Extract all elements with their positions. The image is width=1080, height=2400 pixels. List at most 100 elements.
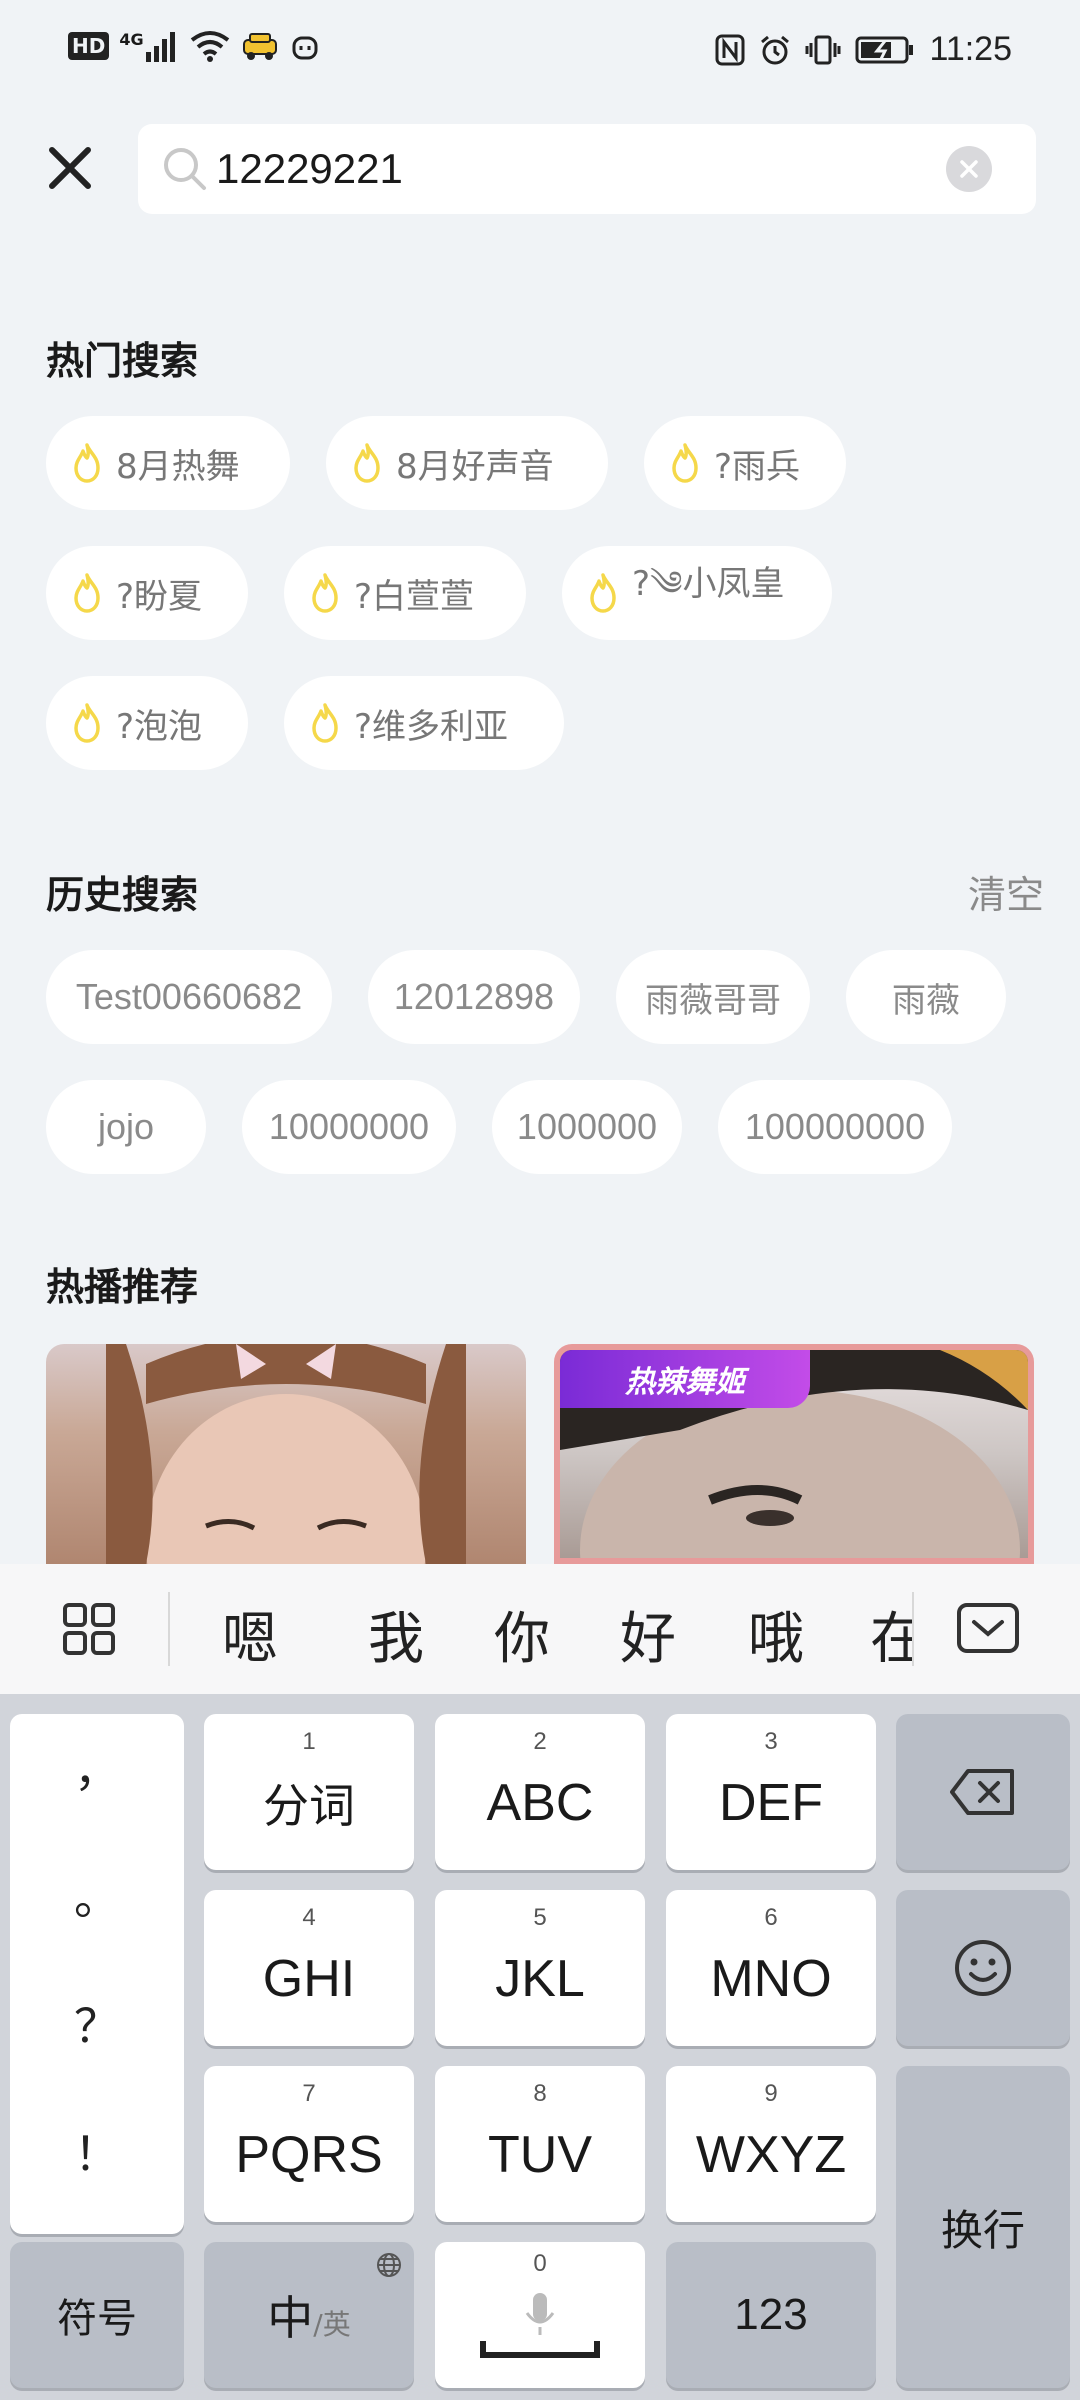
clear-history-button[interactable]: 清空 bbox=[968, 864, 1044, 919]
key-number: 2 bbox=[533, 1728, 547, 1755]
flame-icon bbox=[74, 443, 100, 483]
key-label: TUV bbox=[488, 2126, 592, 2184]
flame-icon bbox=[312, 573, 338, 613]
hot-search-label: ?盼夏 bbox=[116, 576, 203, 617]
history-title: 历史搜索 bbox=[46, 873, 199, 917]
flame-icon bbox=[74, 573, 100, 613]
history-chip-label: 12012898 bbox=[393, 976, 555, 1017]
stream-thumbnail bbox=[106, 1344, 466, 1564]
key-number: 9 bbox=[764, 2080, 778, 2107]
punctuation-key[interactable]: ， bbox=[10, 1734, 184, 1800]
key-label: PQRS bbox=[235, 2126, 383, 2184]
network-type: 4G bbox=[119, 30, 144, 49]
key-6[interactable]: 6 MNO bbox=[666, 1890, 876, 2046]
key-8[interactable]: 8 TUV bbox=[435, 2066, 645, 2222]
key-label: JKL bbox=[495, 1950, 585, 2008]
hot-search-chip[interactable]: 8月热舞 bbox=[46, 416, 290, 510]
history-chip[interactable]: 雨薇哥哥 bbox=[616, 950, 810, 1044]
history-chip-label: jojo bbox=[97, 1106, 155, 1147]
key-number: 3 bbox=[764, 1728, 778, 1755]
wifi-icon bbox=[190, 31, 229, 62]
history-chip[interactable]: jojo bbox=[46, 1080, 206, 1174]
key-number: 1 bbox=[302, 1728, 316, 1755]
vibrate-icon bbox=[805, 35, 841, 64]
search-icon bbox=[164, 148, 206, 190]
key-2[interactable]: 2 ABC bbox=[435, 1714, 645, 1870]
hot-search-label: 8月好声音 bbox=[396, 446, 554, 487]
emoji-key[interactable] bbox=[896, 1890, 1070, 2046]
key-5[interactable]: 5 JKL bbox=[435, 1890, 645, 2046]
flame-icon bbox=[672, 443, 698, 483]
key-label: WXYZ bbox=[695, 2126, 847, 2184]
collapse-keyboard-icon[interactable] bbox=[956, 1602, 1020, 1654]
history-chip[interactable]: 10000000 bbox=[242, 1080, 456, 1174]
punctuation-column[interactable]: ， 。 ？ ！ bbox=[10, 1714, 184, 2234]
history-chip-label: 1000000 bbox=[516, 1106, 658, 1147]
candidate-word[interactable]: 在 bbox=[870, 1594, 912, 1675]
hot-search-chip[interactable]: ?༄小凤皇 bbox=[562, 546, 832, 640]
hot-search-chip[interactable]: ?盼夏 bbox=[46, 546, 248, 640]
key-4[interactable]: 4 GHI bbox=[204, 1890, 414, 2046]
space-voice-key[interactable]: 0 bbox=[435, 2242, 645, 2388]
key-number: 5 bbox=[533, 1904, 547, 1931]
key-1[interactable]: 1 分词 bbox=[204, 1714, 414, 1870]
hot-search-chip[interactable]: ?雨兵 bbox=[644, 416, 846, 510]
history-chip[interactable]: 雨薇 bbox=[846, 950, 1006, 1044]
live-badge: 热辣舞姬 bbox=[560, 1350, 810, 1408]
history-chip[interactable]: 12012898 bbox=[368, 950, 580, 1044]
hot-search-label: ?泡泡 bbox=[116, 706, 203, 747]
nfc-icon bbox=[715, 34, 745, 65]
history-chip[interactable]: 100000000 bbox=[718, 1080, 952, 1174]
hot-search-chip[interactable]: 8月好声音 bbox=[326, 416, 608, 510]
close-button[interactable] bbox=[42, 140, 98, 196]
backspace-key[interactable] bbox=[896, 1714, 1070, 1870]
clear-input-button[interactable] bbox=[946, 146, 992, 192]
key-number: 4 bbox=[302, 1904, 316, 1931]
history-chip-label: Test00660682 bbox=[75, 976, 303, 1017]
key-3[interactable]: 3 DEF bbox=[666, 1714, 876, 1870]
hot-search-chip[interactable]: ?泡泡 bbox=[46, 676, 248, 770]
candidate-word[interactable]: 好 bbox=[620, 1594, 676, 1675]
candidate-word[interactable]: 我 bbox=[368, 1594, 424, 1675]
punctuation-key[interactable]: 。 bbox=[10, 1862, 184, 1928]
number-switch-key[interactable]: 123 bbox=[666, 2242, 876, 2388]
robot-icon bbox=[292, 36, 318, 60]
key-7[interactable]: 7 PQRS bbox=[204, 2066, 414, 2222]
flame-icon bbox=[590, 573, 616, 613]
candidate-word[interactable]: 嗯 bbox=[222, 1594, 278, 1675]
hot-search-label: ?白萱萱 bbox=[354, 576, 475, 617]
history-chip-label: 雨薇哥哥 bbox=[645, 980, 781, 1021]
flame-icon bbox=[354, 443, 380, 483]
key-number: 8 bbox=[533, 2080, 547, 2107]
key-9[interactable]: 9 WXYZ bbox=[666, 2066, 876, 2222]
key-label: MNO bbox=[710, 1950, 832, 2008]
flame-icon bbox=[74, 703, 100, 743]
history-chip[interactable]: 1000000 bbox=[492, 1080, 682, 1174]
recommend-title: 热播推荐 bbox=[46, 1265, 199, 1309]
search-input[interactable] bbox=[216, 136, 916, 202]
lang-alt-label: /英 bbox=[313, 2308, 351, 2341]
symbol-key[interactable]: 符号 bbox=[10, 2242, 184, 2388]
key-number: 0 bbox=[533, 2250, 547, 2277]
key-number: 6 bbox=[764, 1904, 778, 1931]
emoji-icon bbox=[955, 1940, 1011, 1996]
history-chip[interactable]: Test00660682 bbox=[46, 950, 332, 1044]
status-bar: HD 4G 11:25 bbox=[0, 0, 1080, 104]
punctuation-key[interactable]: ！ bbox=[10, 2118, 184, 2184]
signal-icon: 4G bbox=[119, 30, 179, 62]
recommend-card[interactable] bbox=[46, 1344, 526, 1564]
globe-icon bbox=[377, 2253, 401, 2277]
key-label: 换行 bbox=[940, 2205, 1025, 2255]
hot-search-chip[interactable]: ?白萱萱 bbox=[284, 546, 526, 640]
recommend-card[interactable]: 热辣舞姬 bbox=[554, 1344, 1034, 1564]
enter-key[interactable]: 换行 bbox=[896, 2066, 1070, 2388]
search-bar[interactable] bbox=[138, 124, 1036, 214]
hot-search-chip[interactable]: ?维多利亚 bbox=[284, 676, 564, 770]
candidate-word[interactable]: 哦 bbox=[748, 1594, 804, 1675]
hot-search-label: 8月热舞 bbox=[116, 446, 240, 487]
candidate-word[interactable]: 你 bbox=[494, 1594, 550, 1675]
language-switch-key[interactable]: 中 /英 bbox=[204, 2242, 414, 2388]
punctuation-key[interactable]: ？ bbox=[10, 1990, 184, 2056]
grid-menu-icon[interactable] bbox=[62, 1602, 116, 1656]
car-icon bbox=[242, 33, 277, 60]
